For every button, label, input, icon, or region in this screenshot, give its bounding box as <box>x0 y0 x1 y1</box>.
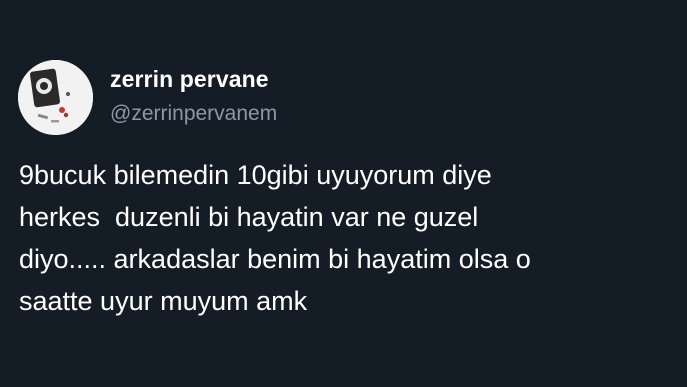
author-handle[interactable]: @zerrinpervanem <box>110 102 277 126</box>
avatar[interactable] <box>18 60 93 135</box>
author-display-name[interactable]: zerrin pervane <box>110 66 269 93</box>
tweet-text-line: diyo..... arkadaslar benim bi hayatim ol… <box>19 244 531 274</box>
tweet-text-line: 9bucuk bilemedin 10gibi uyuyorum diye <box>19 160 492 190</box>
tweet-text: 9bucuk bilemedin 10gibi uyuyorum diye her… <box>19 154 679 322</box>
tweet-text-line: herkes duzenli bi hayatin var ne guzel <box>19 202 479 232</box>
tweet-text-line: saatte uyur muyum amk <box>19 286 308 316</box>
tweet-card: zerrin pervane @zerrinpervanem 9bucuk bi… <box>0 0 687 387</box>
profile-photo-icon <box>18 60 93 135</box>
